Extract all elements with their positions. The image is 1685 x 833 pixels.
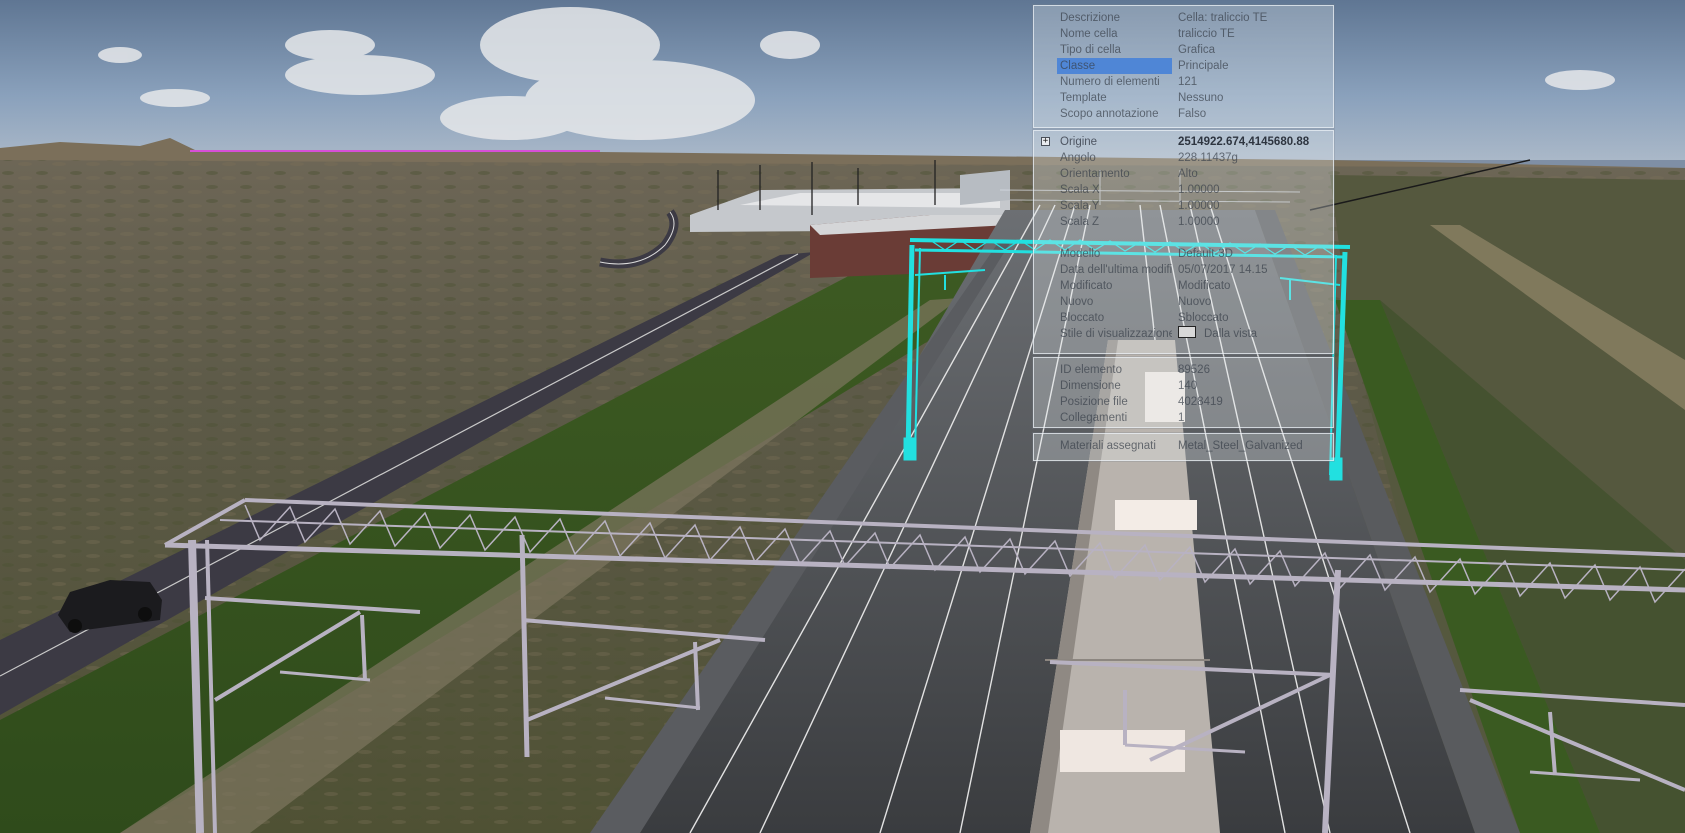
info-row[interactable]: Template Nessuno [1034, 90, 1333, 106]
info-row-value: 89526 [1178, 364, 1210, 376]
info-row-value: 121 [1178, 76, 1198, 88]
info-row-label: Scala Z [1060, 216, 1099, 228]
info-row[interactable]: Modello Default-3D [1034, 246, 1333, 262]
element-info-panel: Descrizione Cella: traliccio TE Nome cella… [1033, 5, 1334, 462]
3d-viewport[interactable] [0, 0, 1685, 833]
info-row[interactable]: + Origine 2514922.674,4145680.88 [1034, 134, 1333, 150]
info-row-label: ID elemento [1060, 364, 1123, 376]
info-row-label: Stile di visualizzazione [1060, 328, 1172, 340]
display-style-swatch-icon [1178, 326, 1196, 338]
info-row[interactable]: Dimensione 140 [1034, 378, 1333, 394]
info-row[interactable]: Scopo annotazione Falso [1034, 106, 1333, 122]
info-row[interactable]: Data dell'ultima modific 05/07/2017 14.15 [1034, 262, 1333, 278]
info-row-label: Angolo [1060, 152, 1096, 164]
info-section-general: Descrizione Cella: traliccio TE Nome cella… [1033, 5, 1334, 128]
info-row-label: Posizione file [1060, 396, 1128, 408]
info-row-value: 1.00000 [1178, 200, 1220, 212]
info-row-label: Scala Y [1060, 200, 1100, 212]
sky [0, 0, 1685, 160]
info-row-value-text: Dalla vista [1204, 328, 1258, 340]
info-row-value: 1.00000 [1178, 216, 1220, 228]
info-row-label: Origine [1060, 136, 1098, 148]
info-row-value: 2514922.674,4145680.88 [1178, 136, 1310, 148]
info-row-label: Scopo annotazione [1060, 108, 1159, 120]
info-row-value: Principale [1178, 60, 1229, 72]
info-row-value: Alto [1178, 168, 1198, 180]
info-row-value: Modificato [1178, 280, 1231, 292]
info-row-value: Dalla vista [1178, 326, 1328, 342]
info-row-value: 1 [1178, 412, 1185, 424]
info-row[interactable]: Nuovo Nuovo [1034, 294, 1333, 310]
info-row[interactable]: Materiali assegnati Metal_Steel_Galvanize… [1034, 438, 1333, 454]
info-row-label: Orientamento [1060, 168, 1130, 180]
info-row-value: traliccio TE [1178, 28, 1235, 40]
info-row-value: Default-3D [1178, 248, 1233, 260]
info-section-materials: Materiali assegnati Metal_Steel_Galvanize… [1033, 433, 1334, 461]
info-row-label: Modello [1060, 248, 1101, 260]
info-row-value: Nuovo [1178, 296, 1212, 308]
info-row[interactable]: Collegamenti 1 [1034, 410, 1333, 426]
info-row-value: 140 [1178, 380, 1198, 392]
info-row[interactable]: Descrizione Cella: traliccio TE [1034, 10, 1333, 26]
info-row[interactable]: Modificato Modificato [1034, 278, 1333, 294]
info-row-value: 228.11437g [1178, 152, 1238, 164]
info-row-label: Descrizione [1060, 12, 1121, 24]
info-row-label: Scala X [1060, 184, 1100, 196]
info-row-label: Classe [1057, 58, 1172, 74]
info-row-value: 05/07/2017 14.15 [1178, 264, 1268, 276]
info-row[interactable]: Posizione file 4028419 [1034, 394, 1333, 410]
info-row-value: Grafica [1178, 44, 1216, 56]
info-row-label: Collegamenti [1060, 412, 1128, 424]
info-row-label: Tipo di cella [1060, 44, 1121, 56]
info-row[interactable]: Numero di elementi 121 [1034, 74, 1333, 90]
info-row[interactable]: Scala Z 1.00000 [1034, 214, 1333, 230]
expand-icon[interactable]: + [1041, 137, 1050, 146]
info-row-label: Bloccato [1060, 312, 1105, 324]
info-row[interactable]: Nome cella traliccio TE [1034, 26, 1333, 42]
info-row[interactable]: Tipo di cella Grafica [1034, 42, 1333, 58]
info-section-file: ID elemento 89526 Dimensione 140 Posizione f… [1033, 357, 1334, 428]
info-row-value: Cella: traliccio TE [1178, 12, 1268, 24]
info-row-label: Dimensione [1060, 380, 1121, 392]
info-row[interactable]: Orientamento Alto [1034, 166, 1333, 182]
info-row-value: 1.00000 [1178, 184, 1220, 196]
info-row-value: 4028419 [1178, 396, 1223, 408]
info-row[interactable]: Classe Principale [1034, 58, 1333, 74]
info-row-label: Nome cella [1060, 28, 1118, 40]
info-section-geometry: + Origine 2514922.674,4145680.88 Angolo 228.… [1033, 130, 1334, 354]
info-row[interactable] [1034, 230, 1333, 246]
info-row[interactable]: Bloccato Sbloccato [1034, 310, 1333, 326]
info-row[interactable]: Stile di visualizzazione Dalla vista [1034, 326, 1333, 342]
info-row[interactable]: Scala X 1.00000 [1034, 182, 1333, 198]
info-row-value: Sbloccato [1178, 312, 1229, 324]
info-row-label: Numero di elementi [1060, 76, 1160, 88]
info-row[interactable]: ID elemento 89526 [1034, 362, 1333, 378]
info-row-value: Nessuno [1178, 92, 1224, 104]
info-row[interactable]: Scala Y 1.00000 [1034, 198, 1333, 214]
info-row[interactable]: Angolo 228.11437g [1034, 150, 1333, 166]
info-row-label: Nuovo [1060, 296, 1094, 308]
info-row-label: Data dell'ultima modific [1060, 264, 1172, 276]
info-row-label: Template [1060, 92, 1107, 104]
info-row-value: Metal_Steel_Galvanized [1178, 440, 1303, 452]
info-row-value: Falso [1178, 108, 1207, 120]
info-row-label: Materiali assegnati [1060, 440, 1156, 452]
info-row-label: Modificato [1060, 280, 1113, 292]
